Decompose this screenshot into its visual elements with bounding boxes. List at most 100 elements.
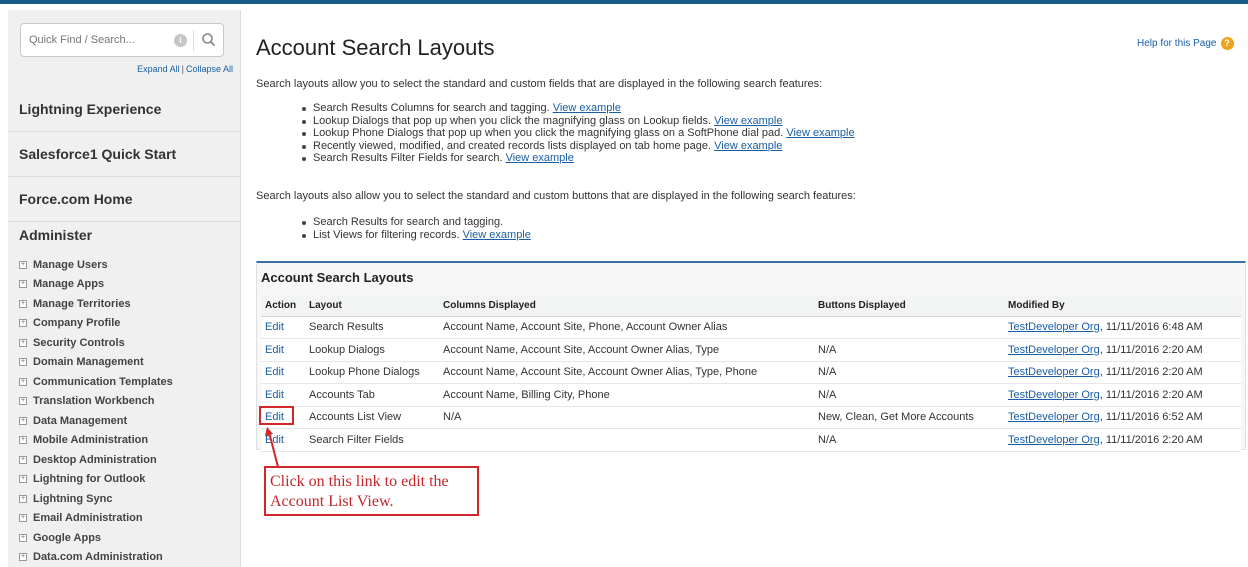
quick-find-box: i: [20, 23, 224, 57]
columns-cell: Account Name, Account Site, Account Owne…: [439, 361, 814, 384]
expand-icon[interactable]: +: [19, 397, 27, 406]
sidebar-item-label: Data Management: [33, 414, 128, 427]
modified-date: , 11/11/2016 2:20 AM: [1099, 343, 1203, 356]
view-example-link[interactable]: View example: [714, 115, 782, 127]
layout-cell: Lookup Dialogs: [305, 338, 439, 362]
columns-cell: Account Name, Account Site, Phone, Accou…: [439, 316, 814, 339]
view-example-link[interactable]: View example: [553, 102, 621, 114]
sidebar-item-google-apps[interactable]: + Google Apps: [19, 528, 173, 548]
sidebar-item-label: Company Profile: [33, 317, 121, 330]
sidebar-item-label: Manage Users: [33, 258, 108, 271]
expand-icon[interactable]: +: [19, 455, 27, 464]
expand-icon[interactable]: +: [19, 436, 27, 445]
sidebar-forcecom-home[interactable]: Force.com Home: [8, 177, 241, 222]
sidebar-item-label: Communication Templates: [33, 375, 173, 388]
bullet-text: Search Results for search and tagging.: [313, 216, 504, 228]
sidebar-item-mobile-administration[interactable]: + Mobile Administration: [19, 431, 173, 451]
list-item: Lookup Dialogs that pop up when you clic…: [302, 115, 855, 128]
sidebar-salesforce1-quick-start[interactable]: Salesforce1 Quick Start: [8, 132, 241, 177]
collapse-all-link[interactable]: Collapse All: [186, 64, 233, 74]
expand-icon[interactable]: +: [19, 377, 27, 386]
bullet-text: Search Results Filter Fields for search.: [313, 152, 503, 164]
sidebar-item-label: Desktop Administration: [33, 453, 157, 466]
layout-cell: Accounts Tab: [305, 383, 439, 407]
modified-date: , 11/11/2016 2:20 AM: [1099, 388, 1203, 401]
modified-by-link[interactable]: TestDeveloper Org: [1008, 366, 1100, 378]
search-icon[interactable]: [200, 31, 218, 49]
expand-icon[interactable]: +: [19, 553, 27, 562]
list-item: Recently viewed, modified, and created r…: [302, 140, 855, 153]
modified-by-link[interactable]: TestDeveloper Org: [1008, 411, 1100, 423]
buttons-cell: N/A: [814, 361, 1004, 384]
modified-cell: TestDeveloper Org, 11/11/2016 2:20 AM: [1004, 361, 1241, 384]
edit-link[interactable]: Edit: [261, 383, 305, 407]
bullet-text: Lookup Dialogs that pop up when you clic…: [313, 114, 712, 127]
sidebar-lightning-experience[interactable]: Lightning Experience: [8, 87, 241, 132]
edit-link[interactable]: Edit: [261, 316, 305, 339]
sidebar-item-label: Security Controls: [33, 336, 125, 349]
sidebar-item-translation-workbench[interactable]: + Translation Workbench: [19, 392, 173, 412]
sidebar-item-company-profile[interactable]: + Company Profile: [19, 314, 173, 334]
expand-icon[interactable]: +: [19, 280, 27, 289]
sidebar-item-security-controls[interactable]: + Security Controls: [19, 333, 173, 353]
expand-icon[interactable]: +: [19, 358, 27, 367]
columns-cell: N/A: [439, 406, 814, 429]
sidebar-item-datacom-administration[interactable]: + Data.com Administration: [19, 548, 173, 567]
expand-icon[interactable]: +: [19, 475, 27, 484]
expand-icon[interactable]: +: [19, 338, 27, 347]
edit-link[interactable]: Edit: [261, 338, 305, 362]
modified-by-link[interactable]: TestDeveloper Org: [1008, 434, 1100, 446]
sidebar-item-manage-territories[interactable]: + Manage Territories: [19, 294, 173, 314]
header-columns-displayed: Columns Displayed: [439, 296, 814, 317]
sidebar-item-email-administration[interactable]: + Email Administration: [19, 509, 173, 529]
sidebar-item-desktop-administration[interactable]: + Desktop Administration: [19, 450, 173, 470]
sidebar-item-manage-apps[interactable]: + Manage Apps: [19, 275, 173, 295]
list-item: Search Results Columns for search and ta…: [302, 102, 855, 115]
table-row: Edit Search Results Account Name, Accoun…: [261, 316, 1241, 339]
expand-icon[interactable]: +: [19, 416, 27, 425]
buttons-cell: N/A: [814, 428, 1004, 452]
sidebar-item-domain-management[interactable]: + Domain Management: [19, 353, 173, 373]
layout-cell: Search Filter Fields: [305, 428, 439, 452]
sidebar-item-label: Data.com Administration: [33, 551, 163, 564]
expand-icon[interactable]: +: [19, 319, 27, 328]
expand-all-link[interactable]: Expand All: [137, 64, 180, 74]
expand-icon[interactable]: +: [19, 260, 27, 269]
modified-by-link[interactable]: TestDeveloper Org: [1008, 321, 1100, 333]
modified-by-link[interactable]: TestDeveloper Org: [1008, 389, 1100, 401]
view-example-link[interactable]: View example: [786, 127, 854, 139]
clear-icon[interactable]: i: [174, 34, 187, 47]
bullet-text: Search Results Columns for search and ta…: [313, 102, 550, 114]
modified-by-link[interactable]: TestDeveloper Org: [1008, 344, 1100, 356]
header-layout: Layout: [305, 296, 439, 317]
block-title: Account Search Layouts: [261, 270, 414, 285]
list-item: Search Results Filter Fields for search.…: [302, 152, 855, 165]
sidebar-item-communication-templates[interactable]: + Communication Templates: [19, 372, 173, 392]
sidebar-item-data-management[interactable]: + Data Management: [19, 411, 173, 431]
columns-cell: Account Name, Account Site, Account Owne…: [439, 338, 814, 362]
expand-icon[interactable]: +: [19, 494, 27, 503]
modified-cell: TestDeveloper Org, 11/11/2016 2:20 AM: [1004, 383, 1241, 407]
list-item: List Views for filtering records. View e…: [302, 229, 531, 242]
columns-cell: Account Name, Billing City, Phone: [439, 383, 814, 407]
expand-icon[interactable]: +: [19, 299, 27, 308]
help-icon[interactable]: ?: [1220, 37, 1234, 50]
sidebar-item-lightning-sync[interactable]: + Lightning Sync: [19, 489, 173, 509]
search-divider: [193, 30, 194, 51]
buttons-cell: New, Clean, Get More Accounts: [814, 406, 1004, 429]
sidebar-item-label: Manage Territories: [33, 297, 131, 310]
quick-find-input[interactable]: [29, 31, 169, 49]
view-example-link[interactable]: View example: [463, 229, 531, 241]
view-example-link[interactable]: View example: [506, 152, 574, 164]
expand-icon[interactable]: +: [19, 533, 27, 542]
buttons-features-list: Search Results for search and tagging. L…: [302, 216, 531, 241]
sidebar-item-lightning-for-outlook[interactable]: + Lightning for Outlook: [19, 470, 173, 490]
help-link[interactable]: Help for this Page ?: [1137, 37, 1234, 50]
sidebar-item-manage-users[interactable]: + Manage Users: [19, 255, 173, 275]
view-example-link[interactable]: View example: [714, 140, 782, 152]
edit-link[interactable]: Edit: [261, 361, 305, 384]
layout-cell: Accounts List View: [305, 406, 439, 429]
setup-sidebar: i Expand All|Collapse All Lightning Expe…: [8, 10, 241, 567]
expand-icon[interactable]: +: [19, 514, 27, 523]
header-action: Action: [261, 296, 305, 317]
